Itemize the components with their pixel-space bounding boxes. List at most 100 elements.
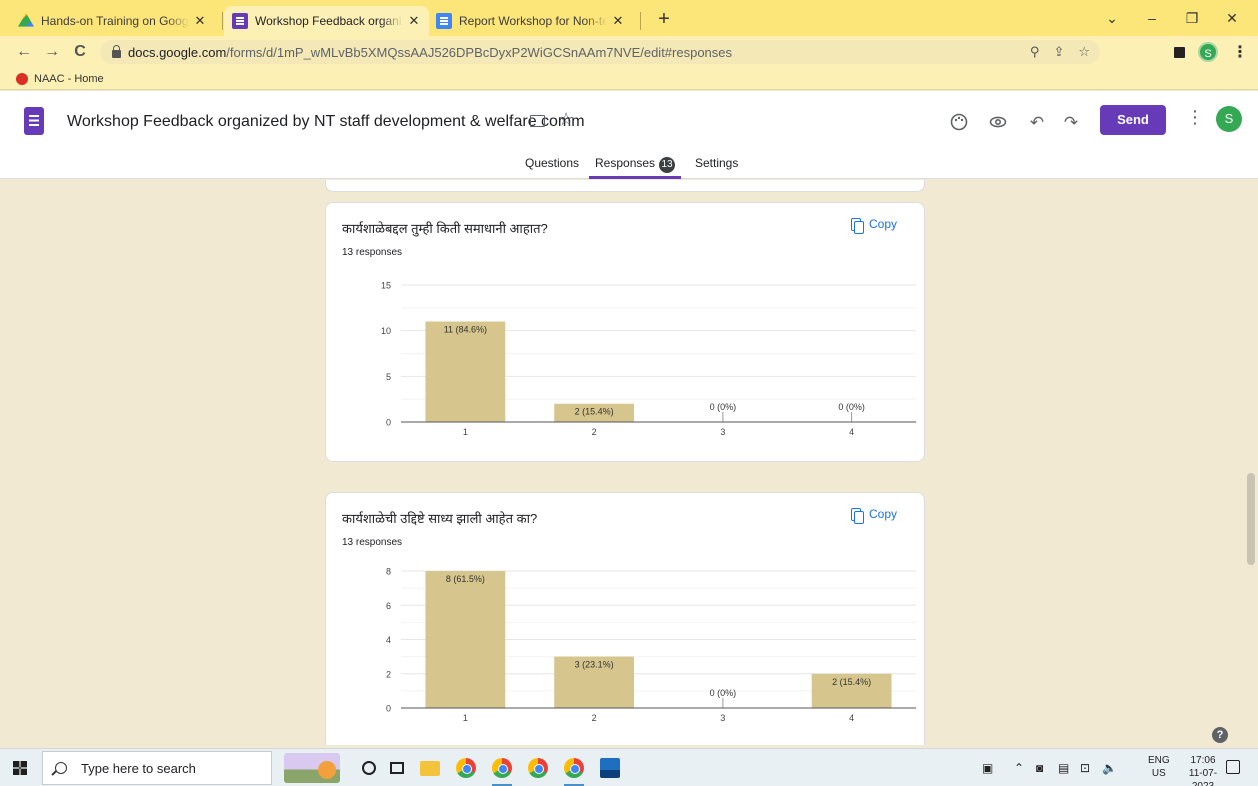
cortana-icon[interactable] xyxy=(362,761,376,775)
help-icon[interactable]: ? xyxy=(1212,727,1228,743)
tab-responses[interactable]: Responses 13 xyxy=(589,155,682,179)
page-scrollbar[interactable] xyxy=(1245,180,1258,745)
scrollbar-thumb[interactable] xyxy=(1247,473,1255,565)
network-icon[interactable]: ⊡ xyxy=(1080,749,1090,786)
x-tick-label: 2 xyxy=(592,713,597,723)
copy-label: Copy xyxy=(869,507,898,521)
data-label: 0 (0%) xyxy=(838,402,865,412)
data-label: 0 (0%) xyxy=(710,402,737,412)
search-highlight-image[interactable] xyxy=(284,753,340,783)
tab-questions[interactable]: Questions xyxy=(525,155,579,179)
palette-icon[interactable] xyxy=(948,113,970,136)
copy-chart-button[interactable]: Copy xyxy=(851,507,898,524)
clock[interactable]: 17:06 11-07-2023 xyxy=(1178,754,1228,786)
x-tick-label: 4 xyxy=(849,713,854,723)
back-icon[interactable]: ← xyxy=(12,40,36,64)
bar xyxy=(425,571,506,708)
address-bar[interactable]: docs.google.com/forms/d/1mP_wMLvBb5XMQss… xyxy=(100,40,1100,64)
windows-start-icon[interactable] xyxy=(13,761,27,775)
bookmarks-bar: NAAC - Home xyxy=(0,68,1258,90)
previous-question-card xyxy=(325,180,925,192)
lock-icon[interactable] xyxy=(112,45,121,58)
data-label: 0 (0%) xyxy=(710,688,737,698)
forward-icon[interactable]: → xyxy=(40,40,64,64)
taskbar-search-input[interactable]: Type here to search xyxy=(42,751,272,785)
google-forms-icon xyxy=(232,13,248,29)
close-icon[interactable]: ✕ xyxy=(193,13,207,29)
close-icon[interactable]: ✕ xyxy=(407,13,421,29)
send-button[interactable]: Send xyxy=(1100,105,1166,135)
browser-tab-active[interactable]: Workshop Feedback organized b ✕ xyxy=(224,6,429,36)
notification-icon[interactable] xyxy=(1226,760,1240,774)
undo-icon[interactable]: ↶ xyxy=(1026,113,1048,133)
language-indicator[interactable]: ENG US xyxy=(1148,754,1170,780)
tab-title: Hands-on Training on Google Ap xyxy=(41,14,189,28)
tray-chevron-icon[interactable]: ⌃ xyxy=(1014,749,1024,786)
task-view-icon[interactable] xyxy=(390,762,404,774)
minimize-icon[interactable]: – xyxy=(1132,6,1172,30)
new-tab-button[interactable]: + xyxy=(650,6,678,34)
account-avatar[interactable]: S xyxy=(1216,106,1242,132)
naac-icon xyxy=(16,72,28,85)
copy-label: Copy xyxy=(869,217,898,231)
browser-tab[interactable]: Report Workshop for Non-teachi ✕ xyxy=(428,6,633,36)
reload-icon[interactable]: C xyxy=(68,40,92,64)
responses-content: कार्यशाळेबद्दल तुम्ही किती समाधानी आहात?… xyxy=(0,180,1258,745)
chrome-profile-icon[interactable] xyxy=(564,758,584,778)
move-to-folder-icon[interactable] xyxy=(530,115,545,127)
form-tabs: Questions Responses 13 Settings xyxy=(0,155,1258,179)
tab-title: Report Workshop for Non-teachi xyxy=(459,14,607,28)
response-count: 13 responses xyxy=(342,537,403,548)
data-label: 2 (15.4%) xyxy=(832,677,871,687)
meet-icon[interactable]: ◙ xyxy=(1036,749,1043,786)
chrome-profile-icon[interactable] xyxy=(528,758,548,778)
response-count: 13 responses xyxy=(342,247,403,258)
url-host: docs.google.com xyxy=(128,44,227,60)
x-tick-label: 3 xyxy=(720,427,725,437)
bookmark-naac-home[interactable]: NAAC - Home xyxy=(34,73,104,85)
tab-separator xyxy=(640,12,641,30)
star-icon[interactable]: ☆ xyxy=(558,109,574,130)
bar-chart: 0 5 10 15 11 (84.6%) 1 2 (15.4%) 2 0 (0%) 3 0 (0%)… xyxy=(381,281,916,437)
side-panel-icon[interactable] xyxy=(1174,40,1185,64)
volume-icon[interactable]: 🔈 xyxy=(1102,749,1117,786)
more-options-icon[interactable]: ⋮ xyxy=(1186,107,1204,128)
clock-date: 11-07-2023 xyxy=(1188,768,1218,786)
profile-avatar[interactable]: S xyxy=(1198,42,1218,62)
share-icon[interactable]: ⇪ xyxy=(1053,44,1064,60)
tab-separator xyxy=(222,12,223,30)
window-close-icon[interactable]: ✕ xyxy=(1212,6,1252,30)
photos-icon[interactable] xyxy=(600,758,620,778)
restore-icon[interactable]: ❐ xyxy=(1172,6,1212,30)
chrome-icon[interactable] xyxy=(456,758,476,778)
tab-settings[interactable]: Settings xyxy=(695,155,738,179)
form-title[interactable]: Workshop Feedback organized by NT staff … xyxy=(67,113,585,131)
tab-search-icon[interactable]: ⌄ xyxy=(1092,6,1132,30)
desktop-icon[interactable]: ▣ xyxy=(982,749,993,786)
bar-chart: 0 2 4 6 8 8 (61.5%) 1 3 (23.1%) 2 0 (0%) 3 2 (15.4%… xyxy=(386,567,916,723)
data-label: 2 (15.4%) xyxy=(575,407,614,417)
browser-menu-icon[interactable]: ⋮ xyxy=(1232,40,1248,64)
question-title: कार्यशाळेची उद्दिष्टे साध्य झाली आहेत का… xyxy=(342,511,538,526)
y-tick-label: 2 xyxy=(386,669,391,679)
search-placeholder: Type here to search xyxy=(81,760,196,776)
x-tick-label: 3 xyxy=(720,713,725,723)
close-icon[interactable]: ✕ xyxy=(611,13,625,29)
y-tick-label: 0 xyxy=(386,418,391,428)
tab-title: Workshop Feedback organized b xyxy=(255,14,403,28)
google-forms-logo-icon[interactable] xyxy=(24,107,44,135)
question-summary-card: कार्यशाळेबद्दल तुम्ही किती समाधानी आहात?… xyxy=(325,202,925,462)
file-explorer-icon[interactable] xyxy=(420,761,440,776)
browser-tab[interactable]: Hands-on Training on Google Ap ✕ xyxy=(10,6,215,36)
bookmark-star-icon[interactable]: ☆ xyxy=(1078,44,1090,60)
y-tick-label: 8 xyxy=(386,567,391,577)
forms-header: Workshop Feedback organized by NT staff … xyxy=(0,91,1258,179)
data-label: 11 (84.6%) xyxy=(444,325,487,335)
redo-icon[interactable]: ↷ xyxy=(1060,113,1082,133)
onedrive-icon[interactable]: ▤ xyxy=(1058,749,1069,786)
chrome-profile-icon[interactable] xyxy=(492,758,512,778)
x-tick-label: 1 xyxy=(463,427,468,437)
copy-chart-button[interactable]: Copy xyxy=(851,217,898,234)
zoom-icon[interactable]: ⚲ xyxy=(1030,44,1040,60)
preview-eye-icon[interactable] xyxy=(987,113,1009,136)
